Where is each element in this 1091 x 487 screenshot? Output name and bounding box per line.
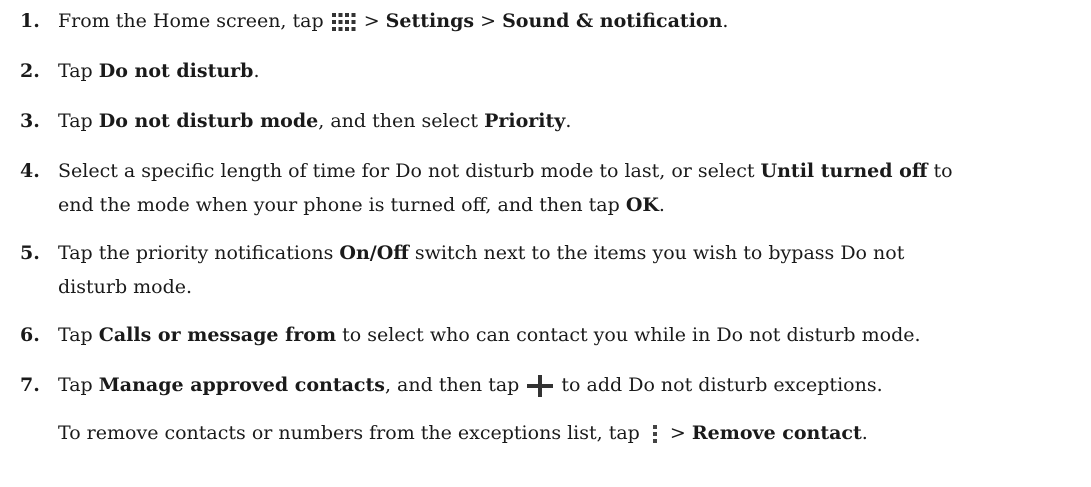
step-text-line: Tap the priority notifications On/Off sw…	[58, 236, 1083, 270]
step-number: 4.	[20, 160, 40, 182]
manage-approved-contacts-label: Manage approved contacts	[98, 374, 385, 396]
remove-contact-label: Remove contact	[691, 422, 862, 444]
settings-label: Settings	[385, 10, 475, 32]
step-6: 6. Tap Calls or message from to select w…	[20, 318, 1083, 352]
ok-label: OK	[625, 194, 659, 216]
step-number: 3.	[20, 110, 40, 132]
priority-label: Priority	[484, 110, 566, 132]
step-text: Select a specific length of time for Do …	[58, 154, 1083, 222]
step-text-segment: to	[927, 160, 953, 182]
step-1: 1. From the Home screen, tap > Settings …	[20, 4, 1083, 38]
instruction-steps: 1. From the Home screen, tap > Settings …	[0, 0, 1091, 487]
step-text-segment: .	[658, 194, 665, 216]
step-number: 6.	[20, 324, 40, 346]
all-apps-grid-icon	[331, 13, 356, 31]
sound-notification-label: Sound & notification	[502, 10, 723, 32]
step-text-segment: Tap	[58, 374, 99, 396]
step-text: Tap Calls or message from to select who …	[58, 318, 1083, 352]
step-text-segment: >	[357, 10, 386, 32]
step-5: 5. Tap the priority notifications On/Off…	[20, 236, 1083, 304]
step-number: 7.	[20, 374, 40, 396]
step-text: Tap Do not disturb.	[58, 54, 1083, 88]
until-turned-off-label: Until turned off	[760, 160, 928, 182]
step-text-segment: .	[565, 110, 572, 132]
step-2: 2. Tap Do not disturb.	[20, 54, 1083, 88]
overflow-menu-icon	[648, 424, 662, 444]
step-text-line: Select a specific length of time for Do …	[58, 154, 1083, 188]
do-not-disturb-label: Do not disturb	[98, 60, 254, 82]
on-off-label: On/Off	[339, 242, 409, 264]
step-text-segment: switch next to the items you wish to byp…	[408, 242, 905, 264]
step-text-segment: Tap	[58, 60, 99, 82]
step-text-segment: to add Do not disturb exceptions.	[555, 374, 883, 396]
step-4: 4. Select a specific length of time for …	[20, 154, 1083, 222]
step-text-segment: From the Home screen, tap	[58, 10, 330, 32]
step-number: 2.	[20, 60, 40, 82]
step-text-segment: .	[722, 10, 729, 32]
step-text-segment: .	[253, 60, 260, 82]
step-3: 3. Tap Do not disturb mode, and then sel…	[20, 104, 1083, 138]
step-7: 7. Tap Manage approved contacts, and the…	[20, 368, 1083, 402]
step-number: 1.	[20, 10, 40, 32]
step-7-note: To remove contacts or numbers from the e…	[58, 416, 868, 450]
step-text-segment: Select a specific length of time for Do …	[58, 160, 761, 182]
note-text-segment: To remove contacts or numbers from the e…	[58, 422, 646, 444]
step-text-segment: disturb mode.	[58, 276, 193, 298]
step-text: Tap Do not disturb mode, and then select…	[58, 104, 1083, 138]
step-text-segment: , and then tap	[384, 374, 526, 396]
note-text-segment: >	[663, 422, 692, 444]
step-text-segment: Tap	[58, 110, 99, 132]
step-text-segment: end the mode when your phone is turned o…	[58, 194, 626, 216]
step-text: From the Home screen, tap > Settings > S…	[58, 4, 1083, 38]
plus-icon	[527, 375, 554, 397]
step-text-line: disturb mode.	[58, 270, 1083, 304]
step-text-segment: , and then select	[318, 110, 485, 132]
step-number: 5.	[20, 242, 40, 264]
note-text-segment: .	[861, 422, 868, 444]
step-text: Tap the priority notifications On/Off sw…	[58, 236, 1083, 304]
step-text-segment: to select who can contact you while in D…	[336, 324, 921, 346]
step-text-segment: Tap the priority notifications	[58, 242, 340, 264]
calls-or-message-from-label: Calls or message from	[98, 324, 337, 346]
step-text-segment: Tap	[58, 324, 99, 346]
step-text: Tap Manage approved contacts, and then t…	[58, 368, 1083, 402]
do-not-disturb-mode-label: Do not disturb mode	[98, 110, 319, 132]
step-text-segment: >	[474, 10, 503, 32]
step-text-line: end the mode when your phone is turned o…	[58, 188, 1083, 222]
